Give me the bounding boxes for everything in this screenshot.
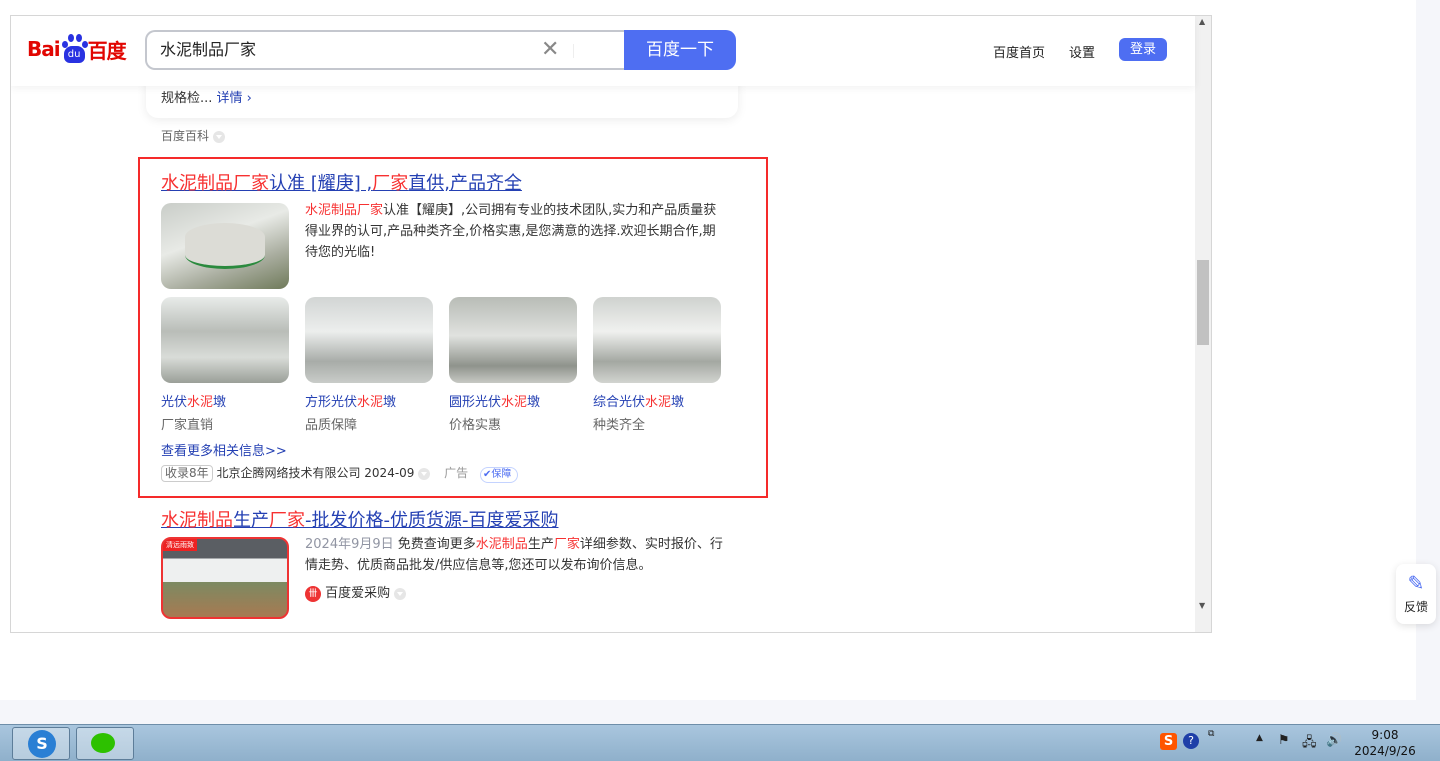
ad-title[interactable]: 水泥制品厂家认准 [耀庚] ,厂家直供,产品齐全 [161,169,522,195]
product-image[interactable] [449,297,577,383]
result-image[interactable]: 清远雨致 [161,537,289,619]
product-link[interactable]: 综合光伏水泥墩 [593,391,684,410]
text-segment: 圆形光伏 [449,395,502,410]
scroll-up-icon[interactable]: ▲ [1199,17,1205,26]
text-segment: 认准 [耀庚] , [269,173,373,194]
snippet: 规格检... [161,91,213,106]
product-image[interactable] [593,297,721,383]
result-source: 卌 百度爱采购 [305,582,407,602]
clock[interactable]: 9:08 2024/9/26 [1352,727,1418,759]
aicaigou-icon: 卌 [305,585,321,602]
scrollbar[interactable]: ▲ ▼ [1195,16,1211,632]
scrollbar-thumb[interactable] [1197,260,1209,345]
show-hidden-icons[interactable]: ▲ [1256,733,1263,743]
text-segment: 生产 [527,537,554,552]
dropdown-icon[interactable] [394,587,407,600]
pen-icon: ✎ [1407,571,1425,595]
highlight-text: 厂家 [269,510,305,531]
taskbar: S S ? ⧉ ▲ ⚑ 🖧 🔊 9:08 2024/9/26 [0,724,1440,761]
ad-result: 水泥制品厂家认准 [耀庚] ,厂家直供,产品齐全 水泥制品厂家认准【耀庚】,公司… [138,157,768,498]
window-icon[interactable]: ⧉ [1208,729,1214,739]
advertiser: 北京企腾网络技术有限公司 2024-09 [216,466,415,480]
dropdown-icon[interactable] [418,467,431,480]
help-icon[interactable]: ? [1183,733,1199,749]
text-segment: 方形光伏 [305,395,358,410]
text-segment: 免费查询更多 [397,537,476,552]
highlight-text: 水泥制品 [475,537,528,552]
feedback-button[interactable]: ✎ 反馈 [1396,564,1436,624]
record-badge: 收录8年 [161,465,213,482]
product-subtitle: 厂家直销 [161,418,214,433]
paw-icon: du [61,34,88,64]
browser-icon: S [28,730,56,758]
highlight-text: 水泥 [187,395,214,410]
source-name[interactable]: 百度爱采购 [325,586,390,601]
product-image[interactable] [305,297,433,383]
logo-text: Bai [27,37,61,61]
logo-cn: 百度 [87,38,127,63]
text-segment: 光伏 [161,395,188,410]
action-center-icon[interactable]: ⚑ [1278,733,1290,748]
product-link[interactable]: 方形光伏水泥墩 [305,391,396,410]
search-button[interactable]: 百度一下 [624,30,736,70]
text-segment: 墩 [213,395,227,410]
highlight-text: 厂家 [372,173,409,194]
text-segment: 墩 [383,395,397,410]
taskbar-sogou-browser[interactable]: S [12,727,70,760]
highlight-text: 水泥 [645,395,672,410]
guarantee-badge[interactable]: ✔保障 [479,467,519,483]
product-link[interactable]: 圆形光伏水泥墩 [449,391,540,410]
highlight-text: 水泥 [357,395,384,410]
result-date: 2024年9月9日 [305,537,394,552]
product-image[interactable] [161,297,289,383]
dropdown-icon[interactable] [212,130,225,143]
ad-label: 广告 [444,466,469,480]
guarantee-label: 保障 [491,469,512,480]
search-header: Bai du 百度 水泥制品厂家 ✕ 百度一下 百度首页 设置 登录 [11,16,1195,86]
highlight-text: 水泥 [501,395,528,410]
baidu-logo[interactable]: Bai du 百度 [27,34,127,64]
text-segment: -批发价格-优质货源-百度爱采购 [305,510,559,531]
text-segment: 墩 [527,395,541,410]
highlight-text: 水泥制品厂家 [161,173,269,194]
product-link[interactable]: 光伏水泥墩 [161,391,226,410]
wechat-icon [91,733,115,753]
text-segment: 直供,产品齐全 [408,173,522,194]
bottom-strip [0,700,1416,724]
text-segment: 生产 [233,510,269,531]
detail-link[interactable]: 详情 › [217,91,252,106]
clear-icon[interactable]: ✕ [541,38,559,62]
taskbar-wechat[interactable] [76,727,134,760]
source-row: 百度百科 [161,127,225,144]
more-info-link[interactable]: 查看更多相关信息>> [161,440,287,459]
product-subtitle: 种类齐全 [593,418,646,433]
scroll-down-icon[interactable]: ▼ [1199,601,1205,610]
sogou-ime-icon[interactable]: S [1160,733,1177,750]
logo-du: du [63,46,85,63]
highlight-text: 水泥制品厂家 [305,203,384,218]
highlight-text: 厂家 [553,537,580,552]
nav-home[interactable]: 百度首页 [993,42,1045,61]
browser-viewport: 规格检... 详情 › 百度百科 水泥制品厂家认准 [耀庚] ,厂家直供,产品齐… [10,15,1212,633]
text-segment: 墩 [671,395,685,410]
nav-settings[interactable]: 设置 [1069,42,1095,61]
network-icon[interactable]: 🖧 [1302,733,1317,755]
feedback-label: 反馈 [1403,600,1428,614]
result-description: 2024年9月9日 免费查询更多水泥制品生产厂家详细参数、实时报价、行情走势、优… [305,534,725,576]
highlight-text: 水泥制品 [161,510,233,531]
login-button[interactable]: 登录 [1119,38,1167,61]
divider [573,44,574,58]
volume-icon[interactable]: 🔊 [1326,733,1342,748]
product-subtitle: 品质保障 [305,418,358,433]
date: 2024/9/26 [1354,744,1416,758]
result-title[interactable]: 水泥制品生产厂家-批发价格-优质货源-百度爱采购 [161,506,558,532]
text-segment: 综合光伏 [593,395,646,410]
source-name[interactable]: 百度百科 [161,129,209,143]
ad-main-image[interactable] [161,203,289,289]
product-subtitle: 价格实惠 [449,418,502,433]
time: 9:08 [1371,728,1399,742]
ad-description: 水泥制品厂家认准【耀庚】,公司拥有专业的技术团队,实力和产品质量获得业界的认可,… [305,200,725,263]
